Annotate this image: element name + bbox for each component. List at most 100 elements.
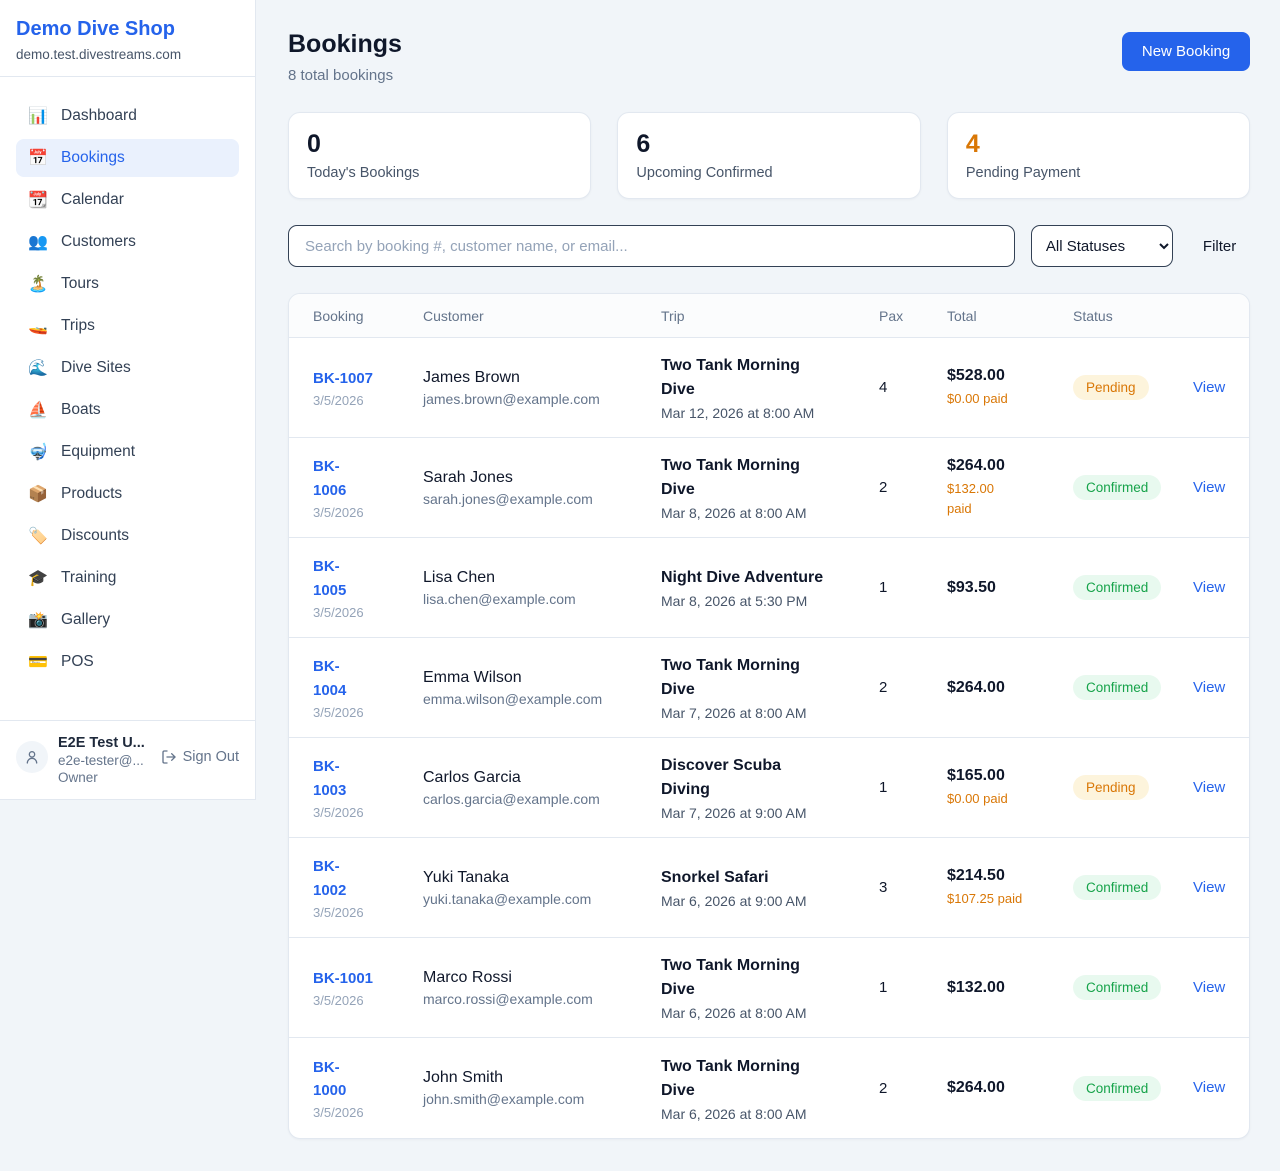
booking-id-link[interactable]: BK- 1005 <box>313 555 346 602</box>
booking-id-link[interactable]: BK- 1004 <box>313 655 346 702</box>
equipment-icon: 🤿 <box>28 442 48 462</box>
bookings-table: Booking Customer Trip Pax Total Status B… <box>288 293 1250 1139</box>
trip-cell: Two Tank Morning Dive Mar 6, 2026 at 8:0… <box>661 1055 879 1122</box>
actions-cell: View <box>1193 479 1225 497</box>
sidebar-item-trips[interactable]: 🚤 Trips <box>16 307 239 345</box>
customer-email: lisa.chen@example.com <box>423 591 661 607</box>
total-amount: $264.00 <box>947 1079 1073 1097</box>
total-amount: $214.50 <box>947 867 1073 885</box>
trip-date: Mar 6, 2026 at 9:00 AM <box>661 893 879 909</box>
dive-sites-icon: 🌊 <box>28 358 48 378</box>
trip-name: Two Tank Morning Dive <box>661 954 831 1002</box>
new-booking-button[interactable]: New Booking <box>1122 32 1250 71</box>
status-cell: Pending <box>1073 375 1193 400</box>
sidebar-item-discounts[interactable]: 🏷️ Discounts <box>16 517 239 555</box>
col-header-total: Total <box>947 308 1073 324</box>
status-cell: Confirmed <box>1073 875 1193 900</box>
status-badge: Pending <box>1073 775 1149 800</box>
sidebar-item-label: Discounts <box>61 527 129 545</box>
pos-icon: 💳 <box>28 652 48 672</box>
booking-cell: BK- 1004 3/5/2026 <box>313 655 423 720</box>
view-link[interactable]: View <box>1193 879 1225 896</box>
view-link[interactable]: View <box>1193 679 1225 696</box>
view-link[interactable]: View <box>1193 979 1225 996</box>
sidebar-item-label: Calendar <box>61 191 124 209</box>
total-cell: $165.00 $0.00 paid <box>947 767 1073 809</box>
trip-name: Discover Scuba Diving <box>661 754 831 802</box>
user-name: E2E Test U... <box>58 735 151 751</box>
sidebar-item-gallery[interactable]: 📸 Gallery <box>16 601 239 639</box>
sidebar-item-dive-sites[interactable]: 🌊 Dive Sites <box>16 349 239 387</box>
table-header-row: Booking Customer Trip Pax Total Status <box>289 294 1249 338</box>
sidebar-item-label: Boats <box>61 401 101 419</box>
trip-cell: Night Dive Adventure Mar 8, 2026 at 5:30… <box>661 566 879 609</box>
sidebar-item-equipment[interactable]: 🤿 Equipment <box>16 433 239 471</box>
trip-date: Mar 12, 2026 at 8:00 AM <box>661 405 879 421</box>
status-badge: Confirmed <box>1073 975 1161 1000</box>
view-link[interactable]: View <box>1193 1079 1225 1096</box>
trips-icon: 🚤 <box>28 316 48 336</box>
booking-cell: BK- 1005 3/5/2026 <box>313 555 423 620</box>
booking-id-link[interactable]: BK- 1000 <box>313 1056 346 1103</box>
table-body: BK-1007 3/5/2026 James Brown james.brown… <box>289 338 1249 1138</box>
pax-count: 1 <box>879 979 947 996</box>
booking-date: 3/5/2026 <box>313 393 423 408</box>
sign-out-button[interactable]: Sign Out <box>161 749 239 765</box>
sidebar-item-pos[interactable]: 💳 POS <box>16 643 239 681</box>
view-link[interactable]: View <box>1193 479 1225 496</box>
customer-name: John Smith <box>423 1069 661 1087</box>
total-cell: $93.50 <box>947 579 1073 597</box>
total-amount: $93.50 <box>947 579 1073 597</box>
sidebar-item-training[interactable]: 🎓 Training <box>16 559 239 597</box>
sidebar-item-calendar[interactable]: 📆 Calendar <box>16 181 239 219</box>
sidebar-item-dashboard[interactable]: 📊 Dashboard <box>16 97 239 135</box>
status-select[interactable]: All Statuses <box>1031 225 1173 267</box>
booking-id-link[interactable]: BK- 1006 <box>313 455 346 502</box>
search-input[interactable] <box>288 225 1015 267</box>
col-header-pax: Pax <box>879 308 947 324</box>
booking-id-link[interactable]: BK-1001 <box>313 967 373 990</box>
booking-date: 3/5/2026 <box>313 705 423 720</box>
total-cell: $214.50 $107.25 paid <box>947 867 1073 909</box>
sidebar-item-bookings[interactable]: 📅 Bookings <box>16 139 239 177</box>
sidebar-item-label: Trips <box>61 317 95 335</box>
sidebar-item-tours[interactable]: 🏝️ Tours <box>16 265 239 303</box>
booking-cell: BK- 1003 3/5/2026 <box>313 755 423 820</box>
status-cell: Confirmed <box>1073 675 1193 700</box>
trip-name: Two Tank Morning Dive <box>661 454 831 502</box>
total-amount: $165.00 <box>947 767 1073 785</box>
status-badge: Confirmed <box>1073 1076 1161 1101</box>
sidebar-item-customers[interactable]: 👥 Customers <box>16 223 239 261</box>
training-icon: 🎓 <box>28 568 48 588</box>
status-badge: Confirmed <box>1073 875 1161 900</box>
stat-value: 6 <box>636 130 901 159</box>
view-link[interactable]: View <box>1193 579 1225 596</box>
boats-icon: ⛵ <box>28 400 48 420</box>
trip-cell: Two Tank Morning Dive Mar 8, 2026 at 8:0… <box>661 454 879 521</box>
booking-id-link[interactable]: BK- 1002 <box>313 855 346 902</box>
app-layout: Demo Dive Shop demo.test.divestreams.com… <box>0 0 1280 1162</box>
booking-id-link[interactable]: BK-1007 <box>313 367 373 390</box>
sidebar-item-products[interactable]: 📦 Products <box>16 475 239 513</box>
actions-cell: View <box>1193 379 1225 397</box>
actions-cell: View <box>1193 779 1225 797</box>
pax-count: 2 <box>879 1080 947 1097</box>
paid-amount: $132.00 paid <box>947 479 1023 518</box>
sidebar-item-label: Equipment <box>61 443 135 461</box>
customer-email: yuki.tanaka@example.com <box>423 891 661 907</box>
view-link[interactable]: View <box>1193 779 1225 796</box>
booking-id-link[interactable]: BK- 1003 <box>313 755 346 802</box>
customer-email: marco.rossi@example.com <box>423 991 661 1007</box>
page-subtitle: 8 total bookings <box>288 67 402 84</box>
customer-email: sarah.jones@example.com <box>423 491 661 507</box>
sidebar-item-boats[interactable]: ⛵ Boats <box>16 391 239 429</box>
customer-name: James Brown <box>423 369 661 387</box>
paid-amount: $107.25 paid <box>947 889 1023 909</box>
filter-button[interactable]: Filter <box>1189 238 1250 255</box>
view-link[interactable]: View <box>1193 379 1225 396</box>
stat-card: 4 Pending Payment <box>947 112 1250 199</box>
customer-name: Carlos Garcia <box>423 769 661 787</box>
stat-card: 0 Today's Bookings <box>288 112 591 199</box>
total-cell: $264.00 <box>947 679 1073 697</box>
customer-cell: Lisa Chen lisa.chen@example.com <box>423 569 661 607</box>
